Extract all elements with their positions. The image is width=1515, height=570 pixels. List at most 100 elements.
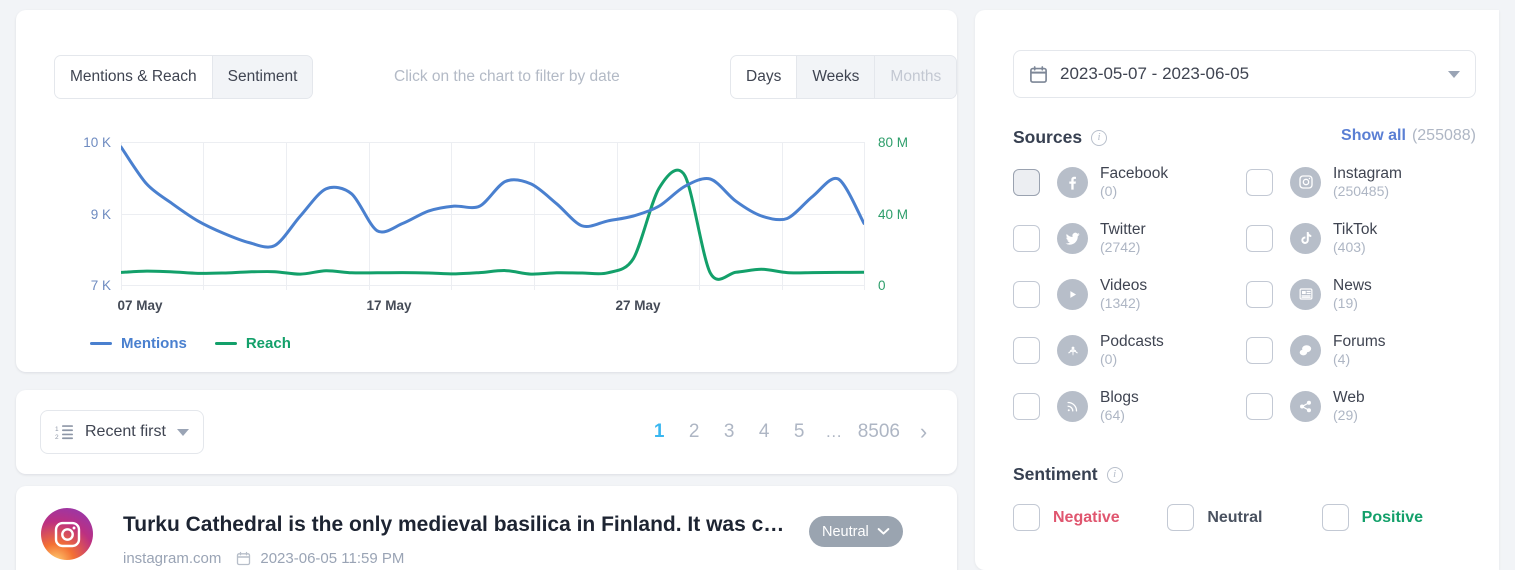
sentiment-filter-positive[interactable]: Positive <box>1322 504 1476 531</box>
x-axis-tick-17-may: 17 May <box>344 298 434 313</box>
source-count: (2742) <box>1100 239 1146 255</box>
page-button-1[interactable]: 1 <box>642 410 677 454</box>
page-button-4[interactable]: 4 <box>747 410 782 454</box>
gridline-vertical <box>864 142 865 290</box>
info-icon[interactable]: i <box>1107 467 1123 483</box>
show-all-sources-link[interactable]: Show all (255088) <box>1341 127 1476 145</box>
source-name: TikTok <box>1333 221 1377 239</box>
sentiment-filter-neutral[interactable]: Neutral <box>1167 504 1321 531</box>
granularity-weeks[interactable]: Weeks <box>797 56 875 98</box>
source-checkbox-web[interactable] <box>1246 393 1273 420</box>
y-axis-tick-right-80m: 80 M <box>878 135 938 150</box>
instagram-icon <box>41 508 93 560</box>
source-checkbox-podcasts[interactable] <box>1013 337 1040 364</box>
chart-granularity-tabs[interactable]: Days Weeks Months <box>730 55 957 99</box>
source-name: Twitter <box>1100 221 1146 239</box>
news-icon <box>1290 279 1321 310</box>
source-checkbox-news[interactable] <box>1246 281 1273 308</box>
instagram-icon <box>1290 167 1321 198</box>
source-filter-news[interactable]: News(19) <box>1246 272 1479 316</box>
source-filter-instagram[interactable]: Instagram(250485) <box>1246 160 1479 204</box>
legend-item-reach[interactable]: Reach <box>215 335 291 352</box>
svg-text:1: 1 <box>55 426 59 433</box>
source-checkbox-forums[interactable] <box>1246 337 1273 364</box>
source-filter-forums[interactable]: Forums(4) <box>1246 328 1479 372</box>
page-button-3[interactable]: 3 <box>712 410 747 454</box>
sentiment-checkbox-neutral[interactable] <box>1167 504 1194 531</box>
left-column: Mentions & Reach Sentiment Click on the … <box>16 10 957 570</box>
rss-icon <box>1057 391 1088 422</box>
granularity-days[interactable]: Days <box>731 56 797 98</box>
post-sentiment-label: Neutral <box>822 524 869 540</box>
sentiment-checkbox-negative[interactable] <box>1013 504 1040 531</box>
chart-series-svg <box>121 142 864 290</box>
source-filter-blogs[interactable]: Blogs(64) <box>1013 384 1246 428</box>
pagination[interactable]: 1 2 3 4 5 … 8506 › <box>642 410 941 454</box>
right-filter-panel: 2023-05-07 - 2023-06-05 Sources i Show a… <box>975 10 1515 570</box>
source-checkbox-videos[interactable] <box>1013 281 1040 308</box>
granularity-months: Months <box>875 56 956 98</box>
svg-text:2: 2 <box>55 434 59 440</box>
page-button-last[interactable]: 8506 <box>852 410 906 454</box>
chart-filter-hint: Click on the chart to filter by date <box>394 55 620 99</box>
source-checkbox-instagram[interactable] <box>1246 169 1273 196</box>
chevron-down-icon <box>177 429 189 436</box>
x-axis-tick-07-may: 07 May <box>95 298 185 313</box>
page-button-2[interactable]: 2 <box>677 410 712 454</box>
chart-plot-area[interactable]: 10 K 9 K 7 K 80 M 40 M 0 07 May 17 May 2… <box>16 120 957 320</box>
legend-label-reach: Reach <box>246 335 291 352</box>
source-checkbox-blogs[interactable] <box>1013 393 1040 420</box>
date-range-picker[interactable]: 2023-05-07 - 2023-06-05 <box>1013 50 1476 98</box>
info-icon[interactable]: i <box>1091 130 1107 146</box>
chart-card: Mentions & Reach Sentiment Click on the … <box>16 10 957 372</box>
source-filter-tiktok[interactable]: TikTok(403) <box>1246 216 1479 260</box>
chart-metric-tabs[interactable]: Mentions & Reach Sentiment <box>54 55 313 99</box>
source-count: (29) <box>1333 407 1365 423</box>
post-title[interactable]: Turku Cathedral is the only medieval bas… <box>123 513 793 537</box>
sentiment-title: Sentiment <box>1013 464 1098 485</box>
sentiment-label: Positive <box>1362 509 1423 527</box>
source-checkbox-twitter[interactable] <box>1013 225 1040 252</box>
chart-legend: Mentions Reach <box>90 335 291 352</box>
tab-mentions-and-reach[interactable]: Mentions & Reach <box>55 56 213 98</box>
twitter-icon <box>1057 223 1088 254</box>
post-card[interactable]: Turku Cathedral is the only medieval bas… <box>16 486 957 570</box>
source-filter-videos[interactable]: Videos(1342) <box>1013 272 1246 316</box>
calendar-icon <box>1029 65 1048 84</box>
numbered-list-icon: 1 2 <box>55 424 74 440</box>
tab-sentiment[interactable]: Sentiment <box>213 56 313 98</box>
post-sentiment-badge[interactable]: Neutral <box>809 516 903 547</box>
sentiment-label: Negative <box>1053 509 1120 527</box>
sort-dropdown[interactable]: 1 2 Recent first <box>40 410 204 454</box>
sort-dropdown-label: Recent first <box>85 423 166 441</box>
page-button-5[interactable]: 5 <box>782 410 817 454</box>
series-line-reach <box>121 170 864 279</box>
source-name: Forums <box>1333 333 1386 351</box>
chevron-down-icon <box>1448 71 1460 78</box>
series-line-mentions <box>121 147 864 247</box>
source-count: (1342) <box>1100 295 1147 311</box>
sentiment-filter-negative[interactable]: Negative <box>1013 504 1167 531</box>
post-meta: instagram.com 2023-06-05 11:59 PM <box>123 550 404 567</box>
source-checkbox-tiktok[interactable] <box>1246 225 1273 252</box>
source-name: Facebook <box>1100 165 1168 183</box>
source-count: (4) <box>1333 351 1386 367</box>
legend-item-mentions[interactable]: Mentions <box>90 335 187 352</box>
source-filter-web[interactable]: Web(29) <box>1246 384 1479 428</box>
sources-title: Sources <box>1013 127 1082 148</box>
source-checkbox-facebook[interactable] <box>1013 169 1040 196</box>
source-filter-twitter[interactable]: Twitter(2742) <box>1013 216 1246 260</box>
source-name: Videos <box>1100 277 1147 295</box>
legend-swatch-mentions <box>90 342 112 346</box>
pagination-ellipsis: … <box>817 410 852 454</box>
source-filter-podcasts[interactable]: Podcasts(0) <box>1013 328 1246 372</box>
pagination-next-button[interactable]: › <box>906 410 941 454</box>
source-filter-facebook[interactable]: Facebook(0) <box>1013 160 1246 204</box>
y-axis-tick-left-10k: 10 K <box>51 135 111 150</box>
chart-toolbar: Mentions & Reach Sentiment Click on the … <box>16 10 957 115</box>
show-all-count: (255088) <box>1412 127 1476 145</box>
filters-card: 2023-05-07 - 2023-06-05 Sources i Show a… <box>975 10 1499 570</box>
sources-section-header: Sources i <box>1013 127 1107 148</box>
sentiment-label: Neutral <box>1207 509 1262 527</box>
sentiment-checkbox-positive[interactable] <box>1322 504 1349 531</box>
